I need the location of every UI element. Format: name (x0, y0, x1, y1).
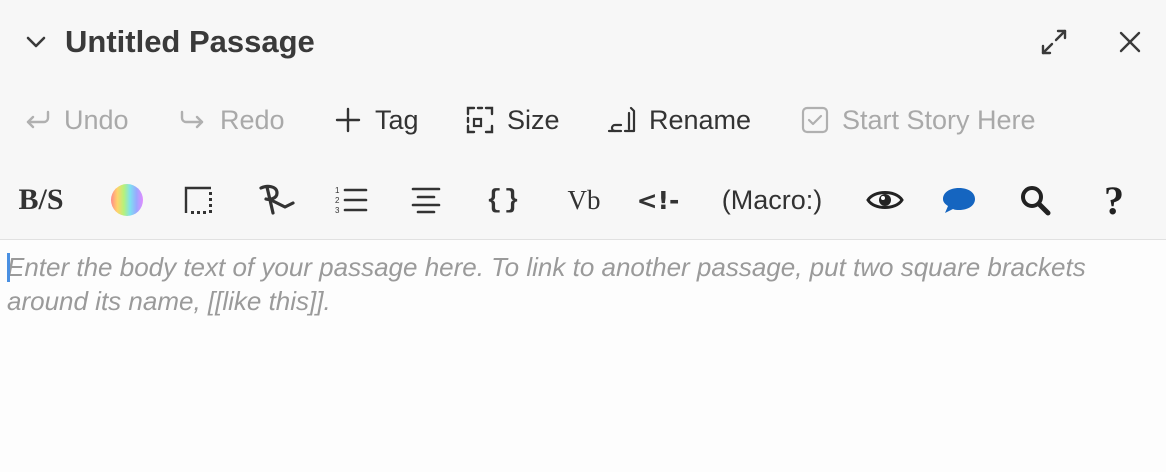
close-button[interactable] (1112, 24, 1148, 60)
preview-button[interactable] (864, 180, 906, 220)
chat-button[interactable] (940, 180, 978, 220)
rainbow-circle-icon (111, 184, 143, 216)
macro-label: (Macro:) (721, 184, 823, 215)
special-text-button[interactable] (256, 180, 296, 220)
magnifier-icon (1021, 186, 1051, 216)
rename-label: Rename (649, 104, 752, 135)
rename-button[interactable]: Rename (607, 96, 751, 144)
speech-bubble-icon (943, 188, 975, 213)
dialog-title: Untitled Passage (65, 24, 315, 59)
expand-arrows-icon (1041, 29, 1067, 55)
comment-button[interactable]: <!- (634, 180, 682, 220)
redo-button[interactable]: Redo (178, 96, 285, 144)
size-button[interactable]: Size (465, 96, 560, 144)
variable-button[interactable]: Vb (562, 180, 606, 220)
alignment-button[interactable] (410, 180, 442, 220)
numbered-list-icon: 1 2 3 (335, 186, 368, 215)
undo-button[interactable]: Undo (22, 96, 129, 144)
help-label: ? (1104, 177, 1124, 223)
variable-label: Vb (567, 184, 601, 215)
editor-placeholder: Enter the body text of your passage here… (7, 252, 1086, 316)
redo-label: Redo (220, 104, 285, 135)
code-button[interactable]: {} (484, 180, 524, 220)
plus-icon (333, 105, 363, 135)
close-icon (1119, 31, 1141, 53)
chevron-down-icon (26, 36, 46, 48)
tag-label: Tag (375, 104, 419, 135)
search-button[interactable] (1016, 180, 1054, 220)
help-button[interactable]: ? (1094, 178, 1134, 223)
passage-actions-row: Undo Redo Tag Size Rename Start Story He… (0, 96, 1166, 144)
comment-label: <!- (636, 185, 680, 215)
undo-icon (22, 105, 52, 135)
svg-text:2: 2 (335, 196, 340, 205)
bold-italic-strike-label: B/S (18, 183, 64, 216)
svg-text:3: 3 (335, 206, 340, 215)
size-label: Size (507, 104, 560, 135)
eye-icon (866, 191, 904, 209)
format-toolbar: B/S 1 2 3 {} Vb <!- (Macro:) ? (0, 172, 1166, 228)
code-label: {} (486, 185, 522, 215)
lists-button[interactable]: 1 2 3 (333, 180, 369, 220)
checkbox-icon (800, 105, 830, 135)
align-center-icon (411, 187, 441, 214)
colours-button[interactable] (110, 180, 144, 220)
text-caret (7, 253, 10, 282)
borders-button[interactable] (181, 180, 215, 220)
size-icon (465, 105, 495, 135)
bold-italic-strike-button[interactable]: B/S (16, 180, 66, 220)
collapse-button[interactable] (20, 26, 52, 58)
start-story-label: Start Story Here (842, 104, 1036, 135)
dialog-titlebar: Untitled Passage (0, 0, 1166, 84)
svg-text:1: 1 (335, 186, 340, 195)
start-story-here-checkbox[interactable]: Start Story Here (800, 96, 1036, 144)
macro-button[interactable]: (Macro:) (713, 180, 831, 220)
redo-icon (178, 105, 208, 135)
rename-icon (607, 105, 637, 135)
border-box-icon (184, 186, 212, 214)
undo-label: Undo (64, 104, 129, 135)
passage-edit-dialog: Untitled Passage Undo Redo Tag Size Rena… (0, 0, 1166, 472)
add-tag-button[interactable]: Tag (333, 96, 419, 144)
maximize-button[interactable] (1036, 24, 1072, 60)
r-special-icon (259, 184, 295, 215)
